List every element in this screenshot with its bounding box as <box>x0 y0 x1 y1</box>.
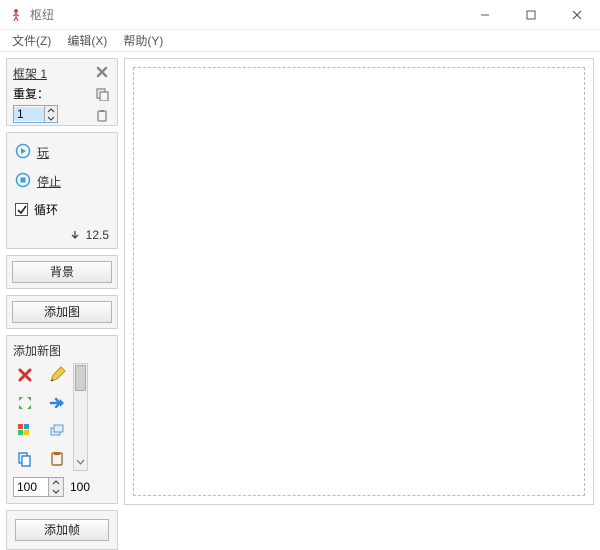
close-button[interactable] <box>554 0 600 30</box>
tool-delete-icon[interactable] <box>13 363 37 387</box>
menu-file[interactable]: 文件(Z) <box>4 30 59 51</box>
play-button[interactable]: 玩 <box>37 144 49 161</box>
paste-frame-icon[interactable] <box>93 107 111 125</box>
menu-help[interactable]: 帮助(Y) <box>115 30 171 51</box>
canvas-area[interactable] <box>124 58 594 505</box>
add-frame-button[interactable]: 添加帧 <box>15 519 109 541</box>
play-panel: 玩 停止 循环 12.5 <box>6 132 118 249</box>
zoom-up[interactable] <box>49 478 63 487</box>
speed-value: 12.5 <box>86 228 109 242</box>
tool-pencil-icon[interactable] <box>45 363 69 387</box>
repeat-down[interactable] <box>45 114 57 122</box>
repeat-label: 重复： <box>13 85 49 102</box>
repeat-input[interactable] <box>14 107 44 121</box>
frame-panel: 框架 1 重复： <box>6 58 118 126</box>
zoom-spinner[interactable] <box>13 477 64 497</box>
add-image-panel: 添加图 <box>6 295 118 329</box>
tool-color-grid-icon[interactable] <box>13 419 37 443</box>
scrollbar-thumb[interactable] <box>75 365 86 391</box>
app-icon <box>8 7 24 23</box>
loop-label: 循环 <box>34 201 58 218</box>
menubar: 文件(Z) 编辑(X) 帮助(Y) <box>0 30 600 52</box>
play-icon[interactable] <box>15 143 31 162</box>
copy-frame-icon[interactable] <box>93 85 111 103</box>
background-panel: 背景 <box>6 255 118 289</box>
tools-scrollbar[interactable] <box>73 363 88 471</box>
add-frame-panel: 添加帧 <box>6 510 118 550</box>
zoom-display: 100 <box>70 480 90 494</box>
content-area: 框架 1 重复： <box>0 52 600 511</box>
speed-down-icon[interactable] <box>68 228 82 242</box>
add-image-button[interactable]: 添加图 <box>12 301 112 323</box>
stop-icon[interactable] <box>15 172 31 191</box>
repeat-up[interactable] <box>45 106 57 114</box>
maximize-button[interactable] <box>508 0 554 30</box>
menu-edit[interactable]: 编辑(X) <box>59 30 115 51</box>
stop-button[interactable]: 停止 <box>37 173 61 190</box>
window-title: 枢纽 <box>30 6 54 23</box>
background-button[interactable]: 背景 <box>12 261 112 283</box>
titlebar: 枢纽 <box>0 0 600 30</box>
frame-label[interactable]: 框架 1 <box>13 65 47 82</box>
scrollbar-down-icon[interactable] <box>74 455 87 469</box>
repeat-spinner[interactable] <box>13 105 58 123</box>
tool-layers-icon[interactable] <box>45 419 69 443</box>
tool-arrow-right-icon[interactable] <box>45 391 69 415</box>
zoom-down[interactable] <box>49 487 63 496</box>
zoom-input[interactable] <box>14 478 48 496</box>
tool-copy-icon[interactable] <box>13 447 37 471</box>
loop-checkbox[interactable] <box>15 203 28 216</box>
delete-frame-icon[interactable] <box>93 63 111 81</box>
canvas-selection <box>133 67 585 496</box>
tool-expand-icon[interactable] <box>13 391 37 415</box>
tools-grid <box>13 363 69 471</box>
tools-panel: 添加新图 <box>6 335 118 504</box>
tools-title: 添加新图 <box>13 342 111 359</box>
left-column: 框架 1 重复： <box>6 58 118 505</box>
minimize-button[interactable] <box>462 0 508 30</box>
tool-paste-icon[interactable] <box>45 447 69 471</box>
